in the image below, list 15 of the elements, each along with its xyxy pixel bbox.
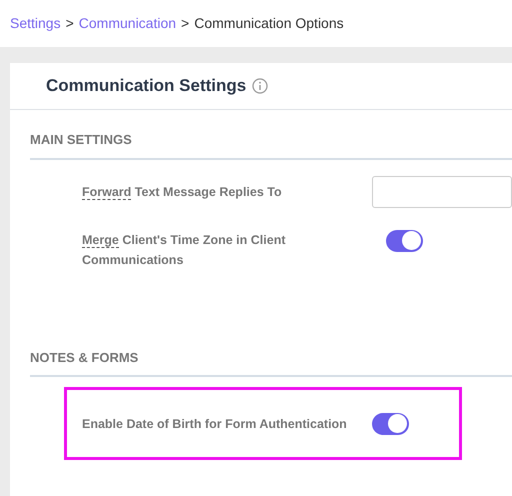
section-heading: MAIN SETTINGS [30,110,512,160]
separator-icon: > [66,13,74,34]
toggle-switch[interactable] [372,412,409,434]
card-title: Communication Settings [46,75,246,98]
toggle-switch[interactable] [386,230,423,252]
setting-label: Merge Client's Time Zone in Client Communications [82,232,286,268]
breadcrumb-link[interactable]: Settings [10,13,61,34]
setting-label: Forward Text Message Replies To [82,184,283,202]
breadcrumb-current: Communication Options [194,14,344,33]
text-field[interactable] [372,176,512,208]
info-icon[interactable] [252,78,268,94]
setting-label: Enable Date of Birth for Form Authentication [82,416,348,432]
breadcrumb-link[interactable]: Communication [78,13,176,34]
separator-icon: > [181,13,190,34]
section-heading: NOTES & FORMS [30,328,512,377]
